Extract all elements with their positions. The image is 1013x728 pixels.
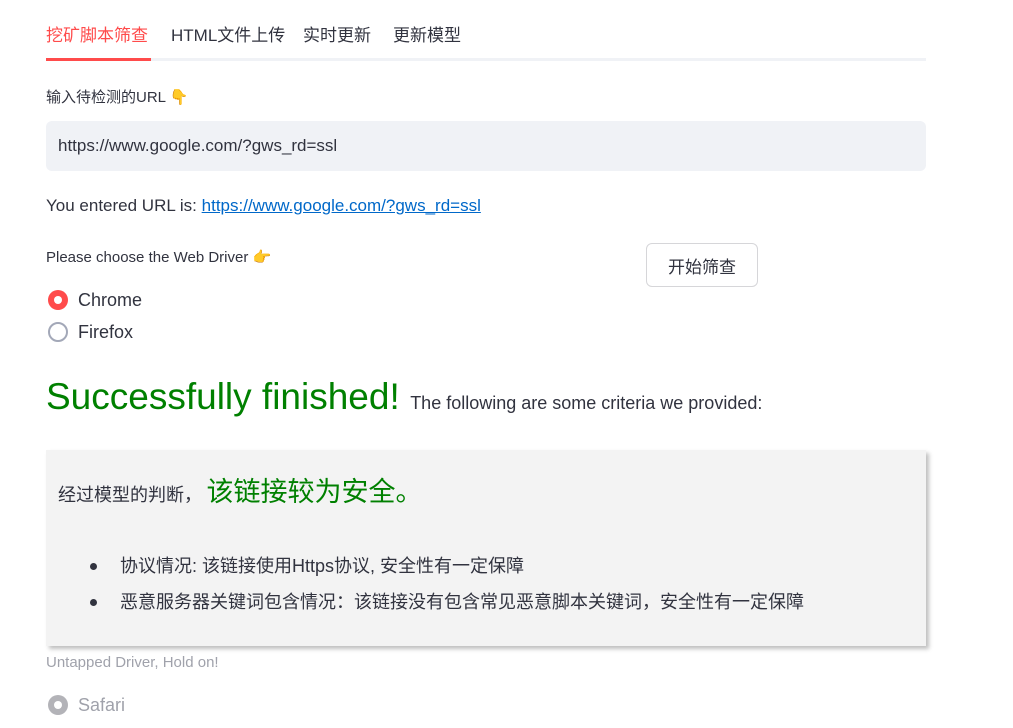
- success-subtitle: The following are some criteria we provi…: [410, 393, 763, 413]
- entered-url-text: You entered URL is: https://www.google.c…: [46, 196, 481, 216]
- radio-checked-icon[interactable]: [48, 290, 68, 310]
- entered-url-link[interactable]: https://www.google.com/?gws_rd=ssl: [202, 196, 481, 215]
- criteria-item-protocol: 协议情况: 该链接使用Https协议, 安全性有一定保障: [90, 548, 804, 584]
- pointing-down-icon: 👇: [169, 89, 189, 106]
- entered-url-prefix: You entered URL is:: [46, 196, 197, 215]
- start-check-button[interactable]: 开始筛查: [646, 243, 758, 287]
- url-label-row: 输入待检测的URL 👇: [46, 86, 188, 107]
- tab-realtime-update[interactable]: 实时更新: [303, 21, 371, 46]
- radio-disabled-icon: [48, 695, 68, 715]
- driver-label-row: Please choose the Web Driver 👉: [46, 248, 271, 266]
- verdict-safe: 该链接较为安全。: [206, 477, 423, 507]
- radio-option-chrome[interactable]: Chrome: [48, 288, 142, 312]
- criteria-list: 协议情况: 该链接使用Https协议, 安全性有一定保障 恶意服务器关键词包含情…: [90, 548, 804, 620]
- tab-bar-rule: [46, 58, 926, 61]
- tab-update-model[interactable]: 更新模型: [393, 21, 461, 46]
- untapped-driver-label: Untapped Driver, Hold on!: [46, 654, 219, 671]
- verdict-line: 经过模型的判断， 该链接较为安全。: [58, 470, 422, 509]
- tab-mining-script-check[interactable]: 挖矿脚本筛查: [46, 21, 148, 46]
- radio-label-safari: Safari: [78, 694, 126, 715]
- verdict-prefix: 经过模型的判断，: [58, 485, 202, 505]
- success-heading: Successfully finished! The following are…: [46, 376, 762, 418]
- criteria-item-keywords: 恶意服务器关键词包含情况：该链接没有包含常见恶意脚本关键词，安全性有一定保障: [90, 584, 804, 620]
- radio-unchecked-icon[interactable]: [48, 322, 68, 342]
- active-tab-indicator: [46, 58, 151, 61]
- success-title: Successfully finished!: [46, 376, 400, 417]
- radio-label-chrome: Chrome: [78, 289, 143, 310]
- tab-html-upload[interactable]: HTML文件上传: [171, 21, 285, 46]
- radio-label-firefox: Firefox: [78, 321, 134, 342]
- tab-bar: 挖矿脚本筛查 HTML文件上传 实时更新 更新模型: [46, 14, 926, 61]
- result-panel: 经过模型的判断， 该链接较为安全。 协议情况: 该链接使用Https协议, 安全…: [46, 450, 926, 646]
- url-input[interactable]: [46, 121, 926, 171]
- driver-label: Please choose the Web Driver: [46, 249, 249, 266]
- pointing-right-icon: 👉: [252, 249, 272, 266]
- radio-option-firefox[interactable]: Firefox: [48, 320, 133, 344]
- radio-option-safari: Safari: [48, 693, 125, 717]
- url-label: 输入待检测的URL: [46, 89, 166, 106]
